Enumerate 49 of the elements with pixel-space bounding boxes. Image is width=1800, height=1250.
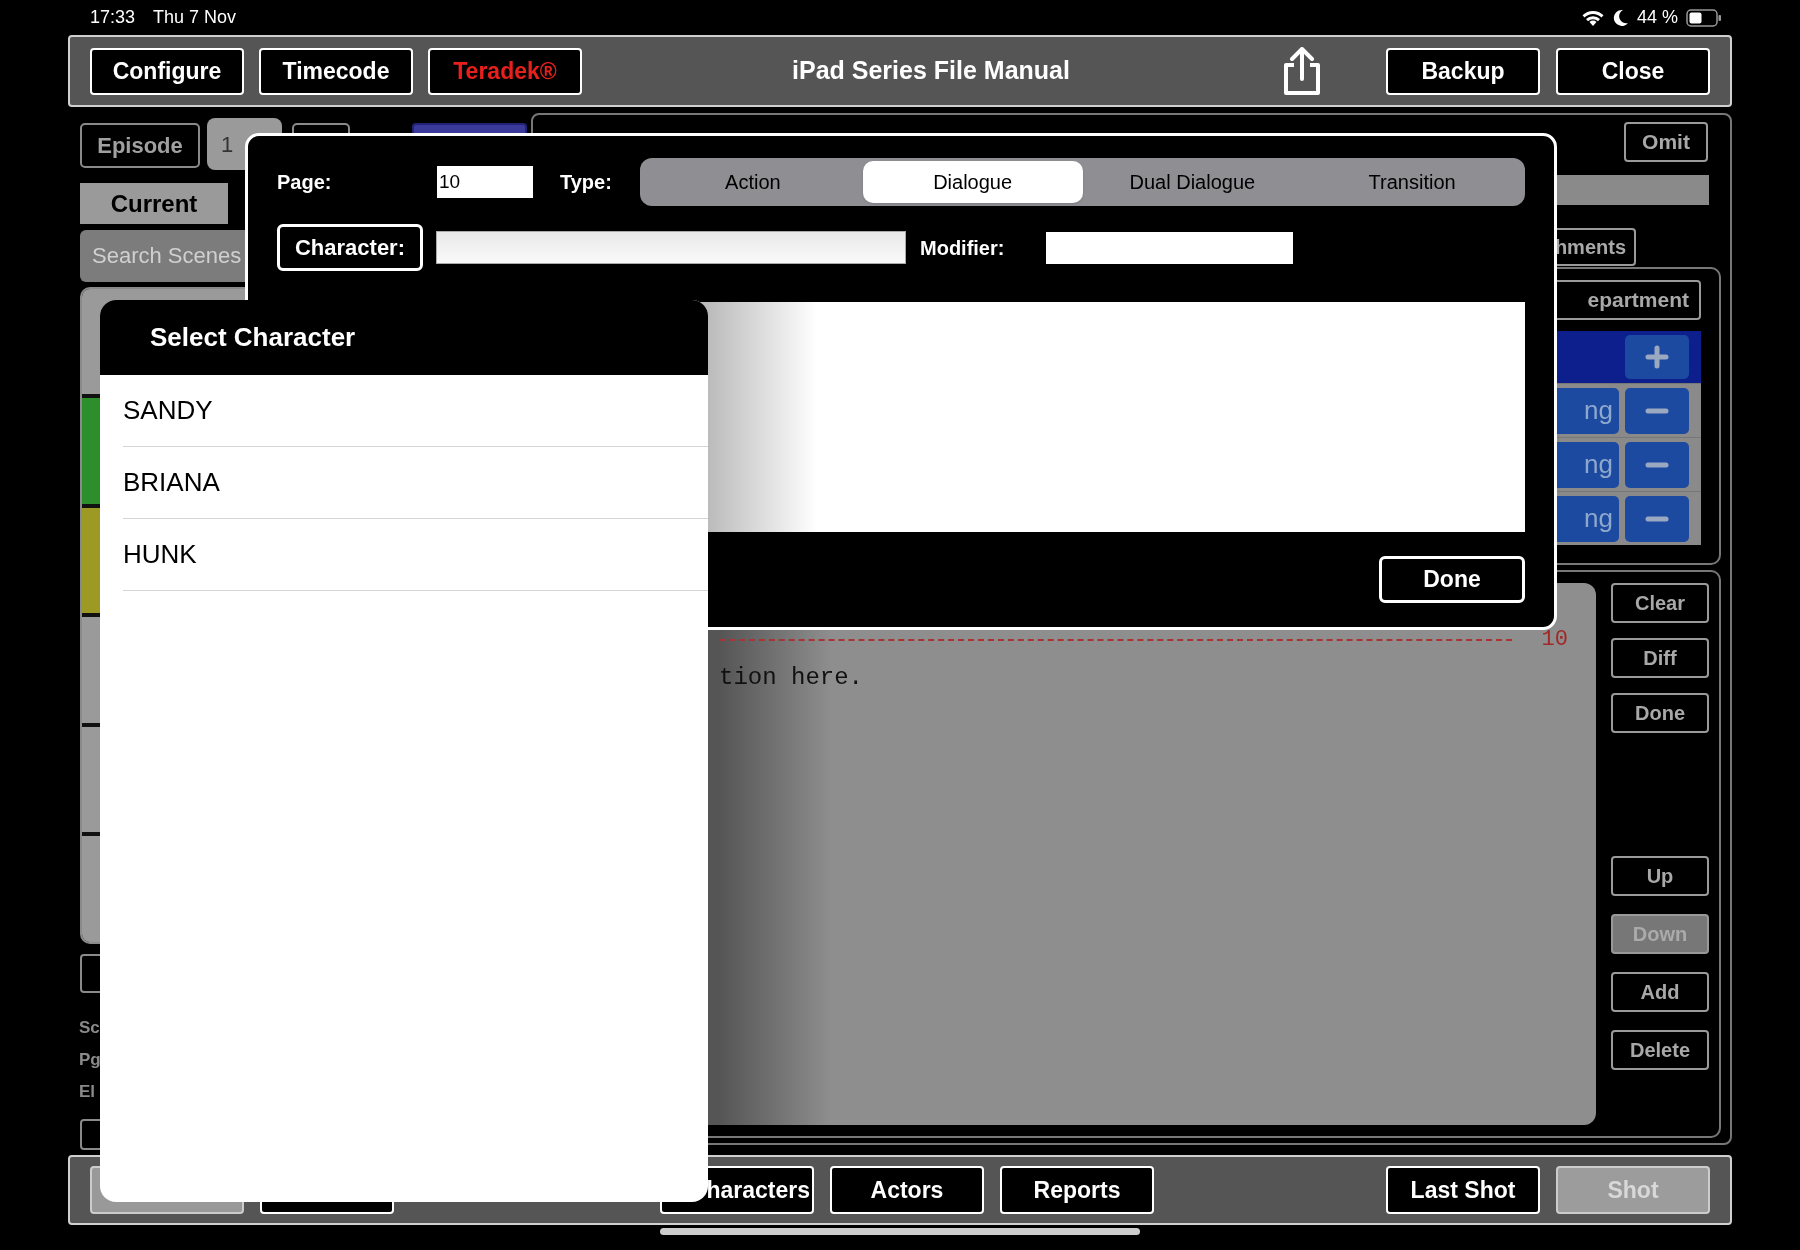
done-button[interactable]: Done — [1379, 556, 1525, 603]
side-button[interactable]: Clear — [1611, 583, 1709, 623]
summary-label: El — [79, 1080, 97, 1103]
type-segment[interactable]: Action — [643, 161, 863, 203]
modifier-field[interactable] — [1046, 231, 1293, 264]
toolbar-button[interactable]: Actors — [830, 1166, 984, 1214]
summary-label: Pg — [79, 1048, 102, 1071]
character-button[interactable]: Character: — [277, 224, 423, 271]
wifi-icon — [1580, 8, 1605, 27]
status-date: Thu 7 Nov — [153, 6, 237, 29]
battery-percentage: 44 % — [1636, 6, 1678, 29]
app-title: iPad Series File Manual — [792, 55, 1070, 87]
side-button[interactable]: Done — [1611, 693, 1709, 733]
remove-icon[interactable] — [1625, 387, 1689, 434]
modifier-label: Modifier: — [920, 235, 1006, 261]
summary-label: Sc — [79, 1016, 101, 1039]
type-label: Type: — [560, 170, 613, 195]
toolbar-button[interactable]: Configure — [90, 47, 244, 95]
remove-icon[interactable] — [1625, 441, 1689, 488]
side-button[interactable]: Delete — [1611, 1030, 1709, 1070]
toolbar-button[interactable]: Reports — [1000, 1166, 1154, 1214]
type-segment[interactable]: Transition — [1302, 161, 1522, 203]
remove-icon[interactable] — [1625, 495, 1689, 542]
page-number: 10 — [1541, 626, 1568, 654]
character-item[interactable]: BRIANA — [123, 463, 220, 502]
moon-icon — [1612, 8, 1629, 27]
page-label: Page: — [277, 170, 333, 195]
episode-button[interactable]: Episode — [80, 123, 200, 168]
character-item[interactable]: HUNK — [123, 535, 197, 574]
script-line: tion here. — [719, 663, 865, 693]
side-button[interactable]: Add — [1611, 972, 1709, 1012]
omit-button[interactable]: Omit — [1624, 122, 1708, 162]
page-field[interactable]: 10 — [437, 166, 533, 198]
toolbar-button[interactable]: Last Shot — [1386, 1166, 1540, 1214]
character-item[interactable]: SANDY — [123, 391, 213, 430]
battery-icon — [1686, 8, 1722, 27]
character-field[interactable] — [436, 231, 906, 264]
type-segment[interactable]: Dual Dialogue — [1082, 161, 1303, 203]
toolbar-button[interactable]: Teradek® — [428, 47, 582, 95]
side-button[interactable]: Diff — [1611, 638, 1709, 678]
toolbar-button[interactable]: Close — [1556, 47, 1710, 95]
toolbar-button[interactable]: Timecode — [259, 47, 413, 95]
picker-title: Select Character — [150, 321, 356, 354]
status-time: 17:33 — [90, 6, 136, 29]
type-segment[interactable]: Dialogue — [862, 161, 1083, 203]
scene-tab[interactable]: Current — [80, 183, 228, 224]
toolbar-button[interactable]: Backup — [1386, 47, 1540, 95]
add-icon[interactable] — [1625, 335, 1689, 379]
side-button[interactable]: Up — [1611, 856, 1709, 896]
